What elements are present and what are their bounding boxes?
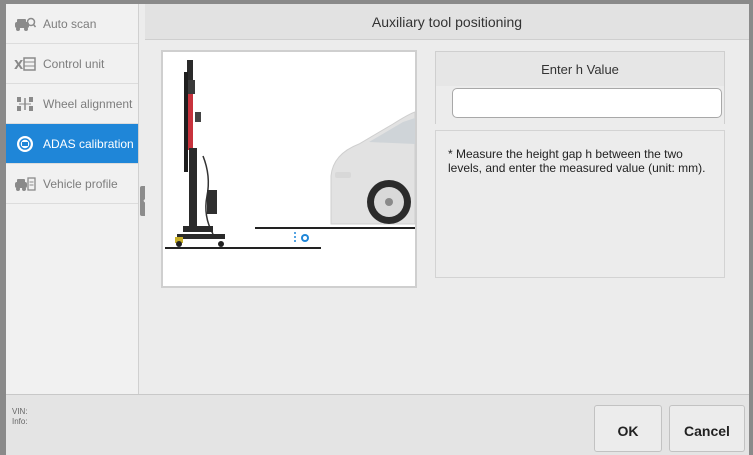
ok-button[interactable]: OK — [594, 405, 662, 452]
sidebar-item-label: ADAS calibration — [43, 136, 134, 151]
page-title: Auxiliary tool positioning — [145, 4, 749, 40]
vehicle-info: VIN: Info: — [12, 407, 28, 427]
h-value-input[interactable] — [452, 88, 722, 118]
sidebar-item-vehicle-profile[interactable]: Vehicle profile — [6, 164, 138, 204]
car-search-icon — [13, 15, 37, 33]
instruction-note: * Measure the height gap h between the t… — [435, 130, 725, 278]
wheel-alignment-icon — [13, 95, 37, 113]
sidebar-item-control-unit[interactable]: X Control unit — [6, 44, 138, 84]
instruction-text: * Measure the height gap h between the t… — [448, 147, 706, 175]
sidebar-item-auto-scan[interactable]: Auto scan — [6, 4, 138, 44]
control-unit-icon: X — [13, 55, 37, 73]
cancel-button[interactable]: Cancel — [669, 405, 745, 452]
sidebar-item-wheel-alignment[interactable]: Wheel alignment — [6, 84, 138, 124]
footer-bar: VIN: Info: OK Cancel — [6, 394, 749, 455]
h-value-header: Enter h Value — [435, 51, 725, 87]
sidebar-item-label: Auto scan — [43, 16, 97, 31]
vehicle-profile-icon — [13, 175, 37, 193]
sidebar-item-adas-calibration[interactable]: ADAS calibration — [6, 124, 138, 164]
svg-text:X: X — [14, 58, 24, 72]
sidebar-item-label: Vehicle profile — [43, 176, 118, 191]
sidebar: Auto scan X Control unit Wheel alignment… — [6, 4, 139, 394]
main-panel: Auxiliary tool positioning Enter h Value… — [145, 4, 749, 394]
sidebar-item-label: Control unit — [43, 56, 105, 71]
vin-label: VIN: — [12, 407, 28, 416]
positioning-illustration — [161, 50, 417, 288]
adas-icon — [13, 135, 37, 153]
info-label: Info: — [12, 417, 28, 426]
sidebar-item-label: Wheel alignment — [43, 96, 133, 111]
